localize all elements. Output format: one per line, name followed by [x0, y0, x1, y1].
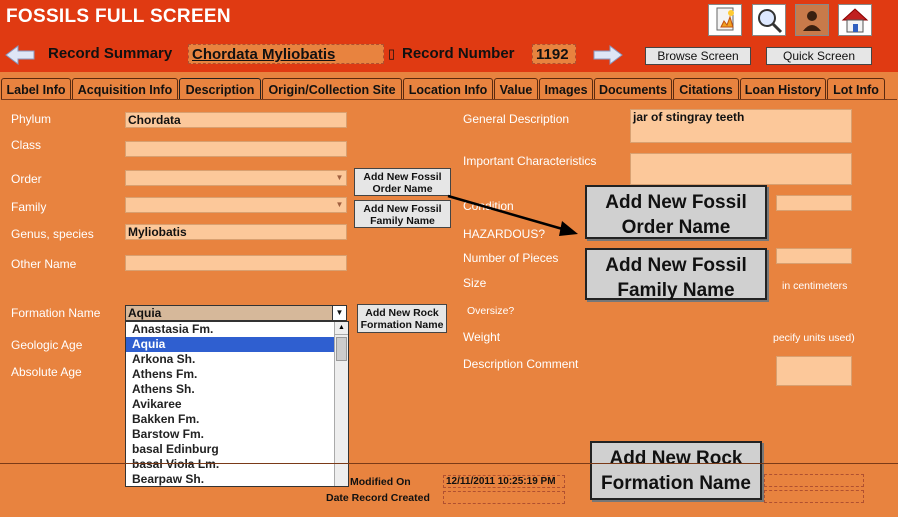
record-summary-separator: ▯ — [388, 46, 396, 61]
new-record-icon[interactable] — [708, 4, 742, 36]
magnifier-icon[interactable] — [752, 4, 786, 36]
tab-acquisition-info[interactable]: Acquisition Info — [72, 78, 178, 100]
general-description-label: General Description — [463, 112, 570, 126]
list-item[interactable]: Bakken Fm. — [126, 412, 348, 427]
scroll-thumb[interactable] — [336, 337, 347, 361]
footer-divider — [0, 463, 898, 464]
tab-label-info[interactable]: Label Info — [1, 78, 71, 100]
list-scrollbar[interactable]: ▲ — [334, 322, 348, 486]
add-family-button[interactable]: Add New Fossil Family Name — [354, 200, 451, 228]
list-item-selected[interactable]: Aquia — [126, 337, 348, 352]
order-label: Order — [11, 172, 42, 186]
chevron-down-icon[interactable]: ▼ — [333, 198, 346, 212]
list-item[interactable]: Anastasia Fm. — [126, 322, 348, 337]
other-name-field[interactable] — [125, 255, 347, 271]
formation-value: Aquia — [128, 306, 162, 320]
record-summary-value[interactable]: Chordata Myliobatis — [188, 44, 384, 64]
user-icon[interactable] — [795, 4, 829, 36]
callout-add-order-button[interactable]: Add New Fossil Order Name — [585, 185, 767, 239]
list-item[interactable]: Athens Fm. — [126, 367, 348, 382]
phylum-label: Phylum — [11, 112, 52, 126]
class-label: Class — [11, 138, 42, 152]
class-field[interactable] — [125, 141, 347, 157]
order-dropdown[interactable]: ▼ — [125, 170, 347, 186]
other-name-label: Other Name — [11, 257, 77, 271]
browse-screen-button[interactable]: Browse Screen — [645, 47, 751, 65]
app-title: FOSSILS FULL SCREEN — [6, 6, 231, 27]
genus-species-field[interactable]: Myliobatis — [125, 224, 347, 240]
list-item[interactable]: Avikaree — [126, 397, 348, 412]
number-of-pieces-label: Number of Pieces — [463, 251, 559, 265]
description-comment-label: Description Comment — [463, 357, 579, 371]
add-order-button[interactable]: Add New Fossil Order Name — [354, 168, 451, 196]
genus-species-label: Genus, species — [11, 227, 94, 241]
condition-field[interactable] — [776, 195, 852, 211]
callout-add-rock-formation-button[interactable]: Add New Rock Formation Name — [590, 441, 762, 500]
list-item[interactable]: Barstow Fm. — [126, 427, 348, 442]
list-item[interactable]: Arkona Sh. — [126, 352, 348, 367]
record-number-value[interactable]: 1192 — [532, 44, 576, 64]
geologic-age-label: Geologic Age — [11, 338, 83, 352]
size-label: Size — [463, 276, 487, 290]
modified-on-label: Modified On — [350, 476, 411, 488]
tab-location-info[interactable]: Location Info — [403, 78, 493, 100]
size-units-note: in centimeters — [782, 280, 848, 292]
footer-field-2 — [764, 490, 864, 503]
callout-add-family-button[interactable]: Add New Fossil Family Name — [585, 248, 767, 301]
quick-screen-button[interactable]: Quick Screen — [766, 47, 872, 65]
oversize-label: Oversize? — [467, 305, 515, 317]
description-comment-field[interactable] — [776, 356, 852, 386]
next-record-arrow-icon[interactable] — [592, 44, 624, 66]
tab-loan-history[interactable]: Loan History — [740, 78, 826, 100]
tab-images[interactable]: Images — [539, 78, 593, 100]
tab-origin-collection-site[interactable]: Origin/Collection Site — [262, 78, 402, 100]
tab-value[interactable]: Value — [494, 78, 538, 100]
absolute-age-label: Absolute Age — [11, 365, 82, 379]
important-characteristics-label: Important Characteristics — [463, 154, 597, 168]
list-item[interactable]: Athens Sh. — [126, 382, 348, 397]
tab-description[interactable]: Description — [179, 78, 261, 100]
date-created-value — [443, 491, 565, 504]
tab-citations[interactable]: Citations — [673, 78, 739, 100]
record-summary-label: Record Summary — [48, 45, 173, 62]
number-of-pieces-field[interactable] — [776, 248, 852, 264]
list-item[interactable]: basal Edinburg — [126, 442, 348, 457]
weight-label: Weight — [463, 330, 501, 344]
family-dropdown[interactable]: ▼ — [125, 197, 347, 213]
list-item[interactable]: basal Viola Lm. — [126, 457, 348, 472]
callout-arrow-icon — [447, 194, 578, 236]
tab-lot-info[interactable]: Lot Info — [827, 78, 885, 100]
family-label: Family — [11, 200, 47, 214]
phylum-field[interactable]: Chordata — [125, 112, 347, 128]
tab-bar: Label Info Acquisition Info Description … — [0, 78, 898, 100]
formation-name-dropdown[interactable]: Aquia ▼ — [125, 305, 347, 321]
list-item[interactable]: Bearpaw Sh. — [126, 472, 348, 486]
date-created-label: Date Record Created — [326, 492, 430, 504]
modified-on-value: 12/11/2011 10:25:19 PM — [443, 475, 565, 488]
important-characteristics-field[interactable] — [630, 153, 852, 185]
add-rock-formation-button[interactable]: Add New Rock Formation Name — [357, 304, 447, 333]
general-description-field[interactable]: jar of stingray teeth — [630, 109, 852, 143]
record-number-label: Record Number — [402, 45, 515, 62]
tab-documents[interactable]: Documents — [594, 78, 672, 100]
formation-name-label: Formation Name — [11, 306, 101, 320]
chevron-down-icon[interactable]: ▼ — [333, 171, 346, 185]
home-icon[interactable] — [838, 4, 872, 36]
chevron-down-icon[interactable]: ▼ — [332, 306, 346, 320]
previous-record-arrow-icon[interactable] — [4, 44, 36, 66]
weight-units-note: pecify units used) — [773, 332, 855, 344]
scroll-up-icon[interactable]: ▲ — [335, 322, 348, 335]
footer-field-1 — [764, 474, 864, 487]
